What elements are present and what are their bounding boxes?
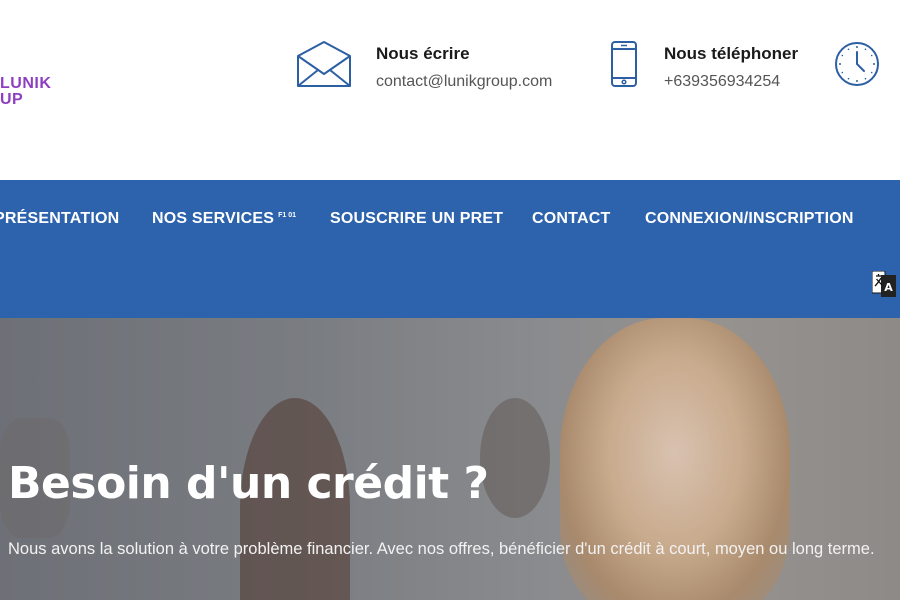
translate-icon[interactable]: A: [871, 270, 896, 297]
email-value[interactable]: contact@lunikgroup.com: [376, 72, 552, 92]
nav-item-label: CONTACT: [532, 210, 611, 227]
phone-contact: Nous téléphoner +639356934254: [610, 40, 798, 93]
hero-title: Besoin d'un crédit ?: [8, 458, 489, 509]
nav-item-label: NOS SERVICES: [152, 210, 275, 227]
missing-glyph-icon: F1 01: [278, 212, 297, 219]
hero-description: Nous avons la solution à votre problème …: [8, 540, 875, 558]
phone-title: Nous téléphoner: [664, 44, 799, 63]
email-title: Nous écrire: [376, 44, 470, 63]
nav-item-presentation[interactable]: PRÉSENTATION: [0, 210, 119, 228]
nav-item-label: PRÉSENTATION: [0, 210, 120, 227]
envelope-icon: [296, 40, 352, 93]
nav-item-label: SOUSCRIRE UN PRET: [330, 210, 504, 227]
nav-item-label: CONNEXION/INSCRIPTION: [645, 210, 854, 227]
top-header: LUNIK UP Nous écrire contact@lunikgroup.…: [0, 0, 900, 180]
svg-text:A: A: [884, 281, 893, 294]
main-navigation: PRÉSENTATION NOS SERVICES F1 01 SOUSCRIRE…: [0, 180, 900, 318]
hero-banner: Besoin d'un crédit ? Nous avons la solut…: [0, 318, 900, 600]
phone-value[interactable]: +639356934254: [664, 72, 798, 92]
smartphone-icon: [610, 40, 638, 93]
logo-line-1: LUNIK: [0, 75, 52, 92]
email-contact: Nous écrire contact@lunikgroup.com: [296, 40, 552, 93]
logo[interactable]: LUNIK UP: [0, 76, 51, 108]
hero-background-figure: [480, 398, 550, 518]
logo-line-2: UP: [0, 91, 24, 108]
nav-item-login-register[interactable]: CONNEXION/INSCRIPTION: [645, 210, 854, 228]
clock-icon: [834, 41, 880, 92]
nav-item-contact[interactable]: CONTACT: [532, 210, 610, 228]
nav-item-services[interactable]: NOS SERVICES F1 01: [152, 210, 297, 228]
nav-item-subscribe-loan[interactable]: SOUSCRIRE UN PRET: [330, 210, 503, 228]
